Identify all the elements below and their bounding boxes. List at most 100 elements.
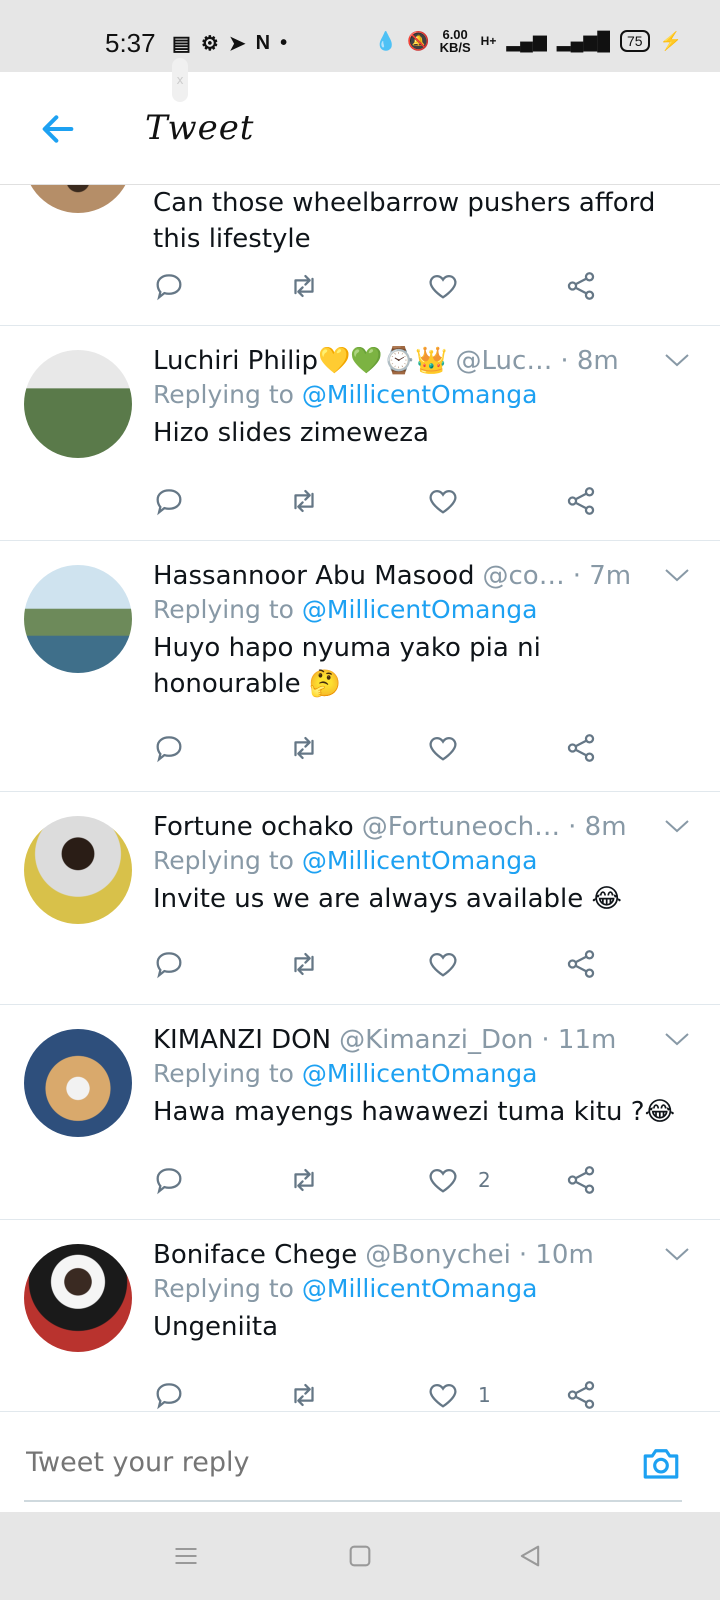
tweet-item[interactable]: Hassannoor Abu Masood @co… · 7m Replying… <box>0 541 720 792</box>
arrow-left-icon[interactable] <box>38 109 78 149</box>
net-speed-unit: KB/S <box>439 40 471 55</box>
avatar[interactable] <box>24 816 132 924</box>
reply-composer <box>0 1411 720 1512</box>
status-time: 5:37 <box>105 28 156 58</box>
display-name[interactable]: Luchiri Philip💛💚⌚👑 <box>153 346 448 376</box>
user-handle: @Kimanzi_Don <box>339 1025 534 1055</box>
retweet-button[interactable] <box>287 731 321 765</box>
user-handle: @co… <box>482 561 565 591</box>
retweet-icon <box>294 1168 314 1192</box>
battery-icon: 75 <box>620 30 650 52</box>
chevron-down-icon[interactable] <box>664 1246 690 1262</box>
tweet-feed[interactable]: Can those wheelbarrow pushers afford thi… <box>0 185 720 1411</box>
share-button[interactable] <box>564 1163 598 1197</box>
avatar[interactable] <box>24 1029 132 1137</box>
retweet-button[interactable] <box>287 1378 321 1411</box>
chevron-down-icon[interactable] <box>664 1031 690 1047</box>
retweet-button[interactable] <box>287 269 321 303</box>
share-button[interactable] <box>564 731 598 765</box>
retweet-icon <box>294 274 314 298</box>
input-underline <box>24 1500 682 1502</box>
like-button[interactable] <box>426 484 478 518</box>
retweet-button[interactable] <box>287 1163 321 1197</box>
close-handle[interactable]: x <box>172 58 188 102</box>
chevron-down-icon[interactable] <box>664 567 690 583</box>
tweet-item[interactable]: KIMANZI DON @Kimanzi_Don · 11m Replying … <box>0 1005 720 1220</box>
share-icon <box>567 950 595 978</box>
reply-button[interactable] <box>152 484 186 518</box>
timestamp: · 8m <box>568 812 627 842</box>
charging-icon: ⚡ <box>659 30 682 51</box>
tweet-header: Fortune ochako @Fortuneoch… · 8m <box>153 812 690 842</box>
display-name[interactable]: Fortune ochako <box>153 812 354 842</box>
tweet-actions <box>152 484 612 524</box>
menu-icon[interactable] <box>172 1542 200 1570</box>
display-name[interactable]: Boniface Chege <box>153 1240 357 1270</box>
like-button[interactable] <box>426 269 460 303</box>
share-button[interactable] <box>564 269 598 303</box>
tweet-partial[interactable]: Can those wheelbarrow pushers afford thi… <box>0 185 720 326</box>
user-handle: @Luc… <box>455 346 553 376</box>
like-button[interactable]: 1 <box>426 1378 491 1411</box>
share-icon <box>567 1166 595 1194</box>
timestamp: · 11m <box>541 1025 617 1055</box>
replying-to: Replying to @MillicentOmanga <box>153 846 690 875</box>
like-count: 1 <box>478 1383 491 1407</box>
retweet-icon <box>294 952 314 976</box>
speech-bubble-icon <box>156 952 182 979</box>
reply-button[interactable] <box>152 1163 186 1197</box>
notification-icons: ▤ ⚙ ➤ N • <box>172 31 287 56</box>
back-triangle-icon[interactable] <box>516 1542 544 1570</box>
tweet-actions <box>152 947 612 987</box>
avatar[interactable] <box>24 1244 132 1352</box>
chevron-down-icon[interactable] <box>664 818 690 834</box>
avatar[interactable] <box>24 565 132 673</box>
tweet-item[interactable]: Boniface Chege @Bonychei · 10m Replying … <box>0 1220 720 1411</box>
mention-link[interactable]: @MillicentOmanga <box>302 1059 538 1088</box>
reply-button[interactable] <box>152 731 186 765</box>
tweet-header: Luchiri Philip💛💚⌚👑 @Luc… · 8m <box>153 346 690 376</box>
tweet-item[interactable]: Luchiri Philip💛💚⌚👑 @Luc… · 8m Replying t… <box>0 326 720 541</box>
mention-link[interactable]: @MillicentOmanga <box>302 595 538 624</box>
reply-button[interactable] <box>152 947 186 981</box>
mention-link[interactable]: @MillicentOmanga <box>302 846 538 875</box>
reply-input[interactable] <box>24 1436 678 1488</box>
display-name[interactable]: Hassannoor Abu Masood <box>153 561 475 591</box>
replying-to-label: Replying to <box>153 846 294 875</box>
avatar[interactable] <box>24 185 132 213</box>
retweet-icon <box>294 736 314 760</box>
reply-button[interactable] <box>152 269 186 303</box>
like-button[interactable] <box>426 731 478 765</box>
timestamp: · 8m <box>560 346 619 376</box>
heart-icon <box>429 1168 457 1193</box>
mention-link[interactable]: @MillicentOmanga <box>302 1274 538 1303</box>
share-button[interactable] <box>564 484 598 518</box>
chevron-down-icon[interactable] <box>664 352 690 368</box>
telegram-icon: ➤ <box>228 33 246 55</box>
retweet-button[interactable] <box>287 484 321 518</box>
like-button[interactable] <box>426 947 478 981</box>
retweet-button[interactable] <box>287 947 321 981</box>
tweet-item[interactable]: Fortune ochako @Fortuneoch… · 8m Replyin… <box>0 792 720 1005</box>
display-name[interactable]: KIMANZI DON <box>153 1025 331 1055</box>
mention-link[interactable]: @MillicentOmanga <box>302 380 538 409</box>
tweet-header: KIMANZI DON @Kimanzi_Don · 11m <box>153 1025 690 1055</box>
replying-to-label: Replying to <box>153 1274 294 1303</box>
retweet-icon <box>294 489 314 513</box>
like-button[interactable]: 2 <box>426 1163 491 1197</box>
user-handle: @Bonychei <box>365 1240 511 1270</box>
share-button[interactable] <box>564 1378 598 1411</box>
heart-icon <box>429 274 457 299</box>
share-button[interactable] <box>564 947 598 981</box>
timestamp: · 10m <box>518 1240 594 1270</box>
reply-button[interactable] <box>152 1378 186 1411</box>
netflix-icon: N <box>255 32 271 54</box>
share-icon <box>567 272 595 300</box>
speech-bubble-icon <box>156 1168 182 1195</box>
home-square-icon[interactable] <box>346 1542 374 1570</box>
signal-icon-2: ▂▄▆█ <box>556 30 610 51</box>
avatar[interactable] <box>24 350 132 458</box>
camera-icon[interactable] <box>640 1442 682 1484</box>
replying-to-label: Replying to <box>153 1059 294 1088</box>
tweet-text: Huyo hapo nyuma yako pia ni honourable 🤔 <box>153 633 541 699</box>
